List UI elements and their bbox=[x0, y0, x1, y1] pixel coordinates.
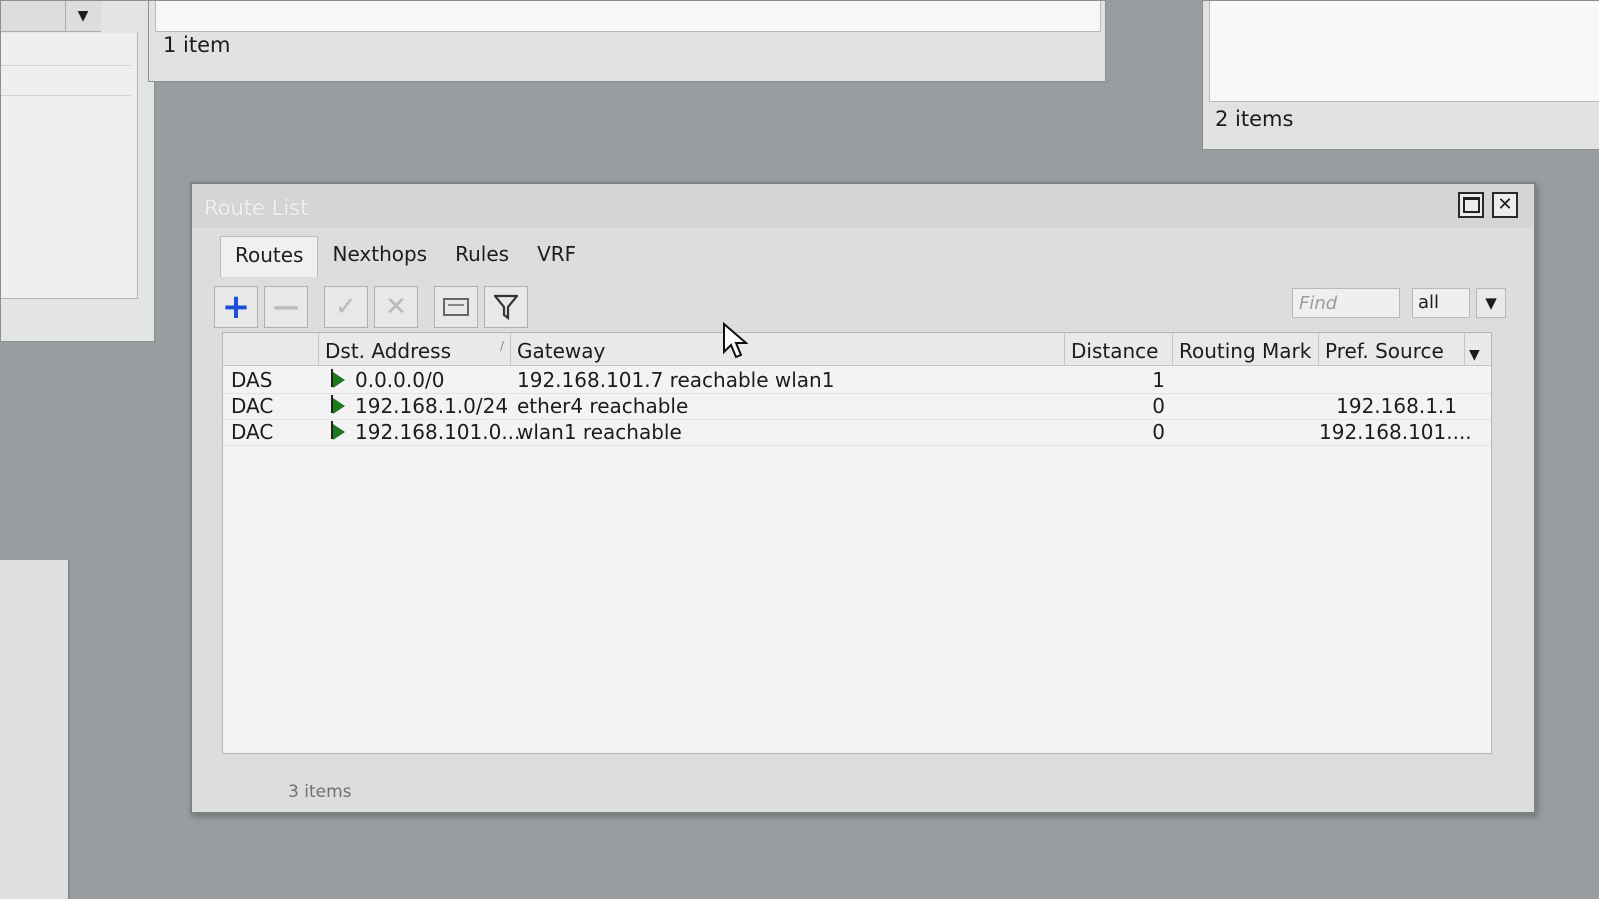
title-bar[interactable]: Route List ✕ bbox=[192, 184, 1534, 228]
background-list bbox=[1209, 1, 1599, 102]
background-item-count: 1 item bbox=[163, 33, 231, 57]
background-window-middle: 1 item bbox=[148, 0, 1106, 82]
route-flag-icon bbox=[331, 368, 355, 392]
route-distance: 0 bbox=[1152, 394, 1165, 418]
close-icon: ✕ bbox=[1497, 194, 1513, 215]
route-flags: DAS bbox=[231, 368, 273, 392]
background-list-panel bbox=[1, 33, 138, 299]
background-list bbox=[155, 1, 1101, 32]
filter-button[interactable] bbox=[484, 286, 528, 328]
column-header-gateway[interactable]: Gateway bbox=[511, 333, 1065, 365]
tab-rules[interactable]: Rules bbox=[441, 236, 523, 276]
background-window-lower-left bbox=[0, 560, 70, 899]
remove-button[interactable]: — bbox=[264, 286, 308, 328]
tab-nexthops[interactable]: Nexthops bbox=[318, 236, 441, 276]
route-distance: 0 bbox=[1152, 420, 1165, 444]
chevron-down-icon: ▼ bbox=[1469, 347, 1480, 363]
background-combo[interactable]: ▼ bbox=[1, 1, 101, 32]
status-item-count: 3 items bbox=[288, 782, 352, 802]
column-header-routing-mark[interactable]: Routing Mark bbox=[1173, 333, 1319, 365]
route-dst-address: 192.168.1.0/24 bbox=[331, 393, 508, 420]
tab-strip: Routes Nexthops Rules VRF bbox=[220, 236, 590, 277]
column-chooser-button[interactable]: ▼ bbox=[1465, 333, 1491, 365]
find-input[interactable] bbox=[1292, 288, 1400, 318]
route-gateway: ether4 reachable bbox=[517, 394, 689, 418]
table-row[interactable]: DAC 192.168.101.0... wlan1 reachable 0 1… bbox=[223, 419, 1491, 446]
column-header-pref-source[interactable]: Pref. Source bbox=[1319, 333, 1465, 365]
route-pref-source: 192.168.1.1 bbox=[1336, 394, 1457, 418]
filter-icon bbox=[494, 294, 518, 320]
tab-vrf[interactable]: VRF bbox=[523, 236, 590, 276]
disable-button[interactable]: ✕ bbox=[374, 286, 418, 328]
comment-button[interactable] bbox=[434, 286, 478, 328]
column-header-dst-address[interactable]: Dst. Address / bbox=[319, 333, 511, 365]
route-table: Dst. Address / Gateway Distance Routing … bbox=[222, 332, 1492, 754]
toolbar: + — ✓ ✕ bbox=[214, 286, 528, 330]
cross-icon: ✕ bbox=[385, 292, 407, 322]
chevron-down-icon[interactable]: ▼ bbox=[65, 1, 100, 31]
check-icon: ✓ bbox=[335, 292, 357, 322]
route-list-window: Route List ✕ Routes Nexthops Rules VRF +… bbox=[190, 182, 1536, 814]
table-row[interactable]: DAS 0.0.0.0/0 192.168.101.7 reachable wl… bbox=[223, 367, 1491, 394]
route-flag-icon bbox=[331, 420, 355, 444]
route-distance: 1 bbox=[1152, 368, 1165, 392]
route-gateway: 192.168.101.7 reachable wlan1 bbox=[517, 368, 835, 392]
table-row[interactable]: DAC 192.168.1.0/24 ether4 reachable 0 19… bbox=[223, 393, 1491, 420]
route-pref-source bbox=[1319, 367, 1457, 394]
route-flags: DAC bbox=[231, 394, 274, 418]
filter-dropdown-button[interactable]: ▼ bbox=[1476, 288, 1506, 318]
route-flags: DAC bbox=[231, 420, 274, 444]
route-dst-address: 0.0.0.0/0 bbox=[331, 367, 444, 394]
route-gateway: wlan1 reachable bbox=[517, 420, 682, 444]
add-button[interactable]: + bbox=[214, 286, 258, 328]
plus-icon: + bbox=[221, 287, 251, 327]
mouse-cursor-icon bbox=[723, 322, 748, 359]
filter-select[interactable]: all bbox=[1412, 288, 1470, 318]
sort-indicator-icon: / bbox=[499, 339, 504, 353]
column-header-distance[interactable]: Distance bbox=[1065, 333, 1173, 365]
route-flag-icon bbox=[331, 394, 355, 418]
maximize-icon bbox=[1462, 197, 1480, 213]
minus-icon: — bbox=[273, 292, 299, 322]
background-window-left: ▼ bbox=[0, 0, 155, 342]
chevron-down-icon: ▼ bbox=[1485, 294, 1497, 312]
route-dst-address: 192.168.101.0... bbox=[331, 419, 520, 446]
route-pref-source: 192.168.101.... bbox=[1319, 420, 1472, 444]
column-header-flags[interactable] bbox=[223, 333, 319, 365]
background-window-right: 2 items bbox=[1202, 0, 1599, 150]
comment-icon bbox=[443, 298, 469, 316]
table-header: Dst. Address / Gateway Distance Routing … bbox=[223, 333, 1491, 366]
maximize-button[interactable] bbox=[1458, 192, 1484, 218]
tab-routes[interactable]: Routes bbox=[220, 236, 319, 277]
window-title: Route List bbox=[204, 196, 309, 220]
background-item-count: 2 items bbox=[1215, 107, 1294, 131]
enable-button[interactable]: ✓ bbox=[324, 286, 368, 328]
close-button[interactable]: ✕ bbox=[1492, 192, 1518, 218]
